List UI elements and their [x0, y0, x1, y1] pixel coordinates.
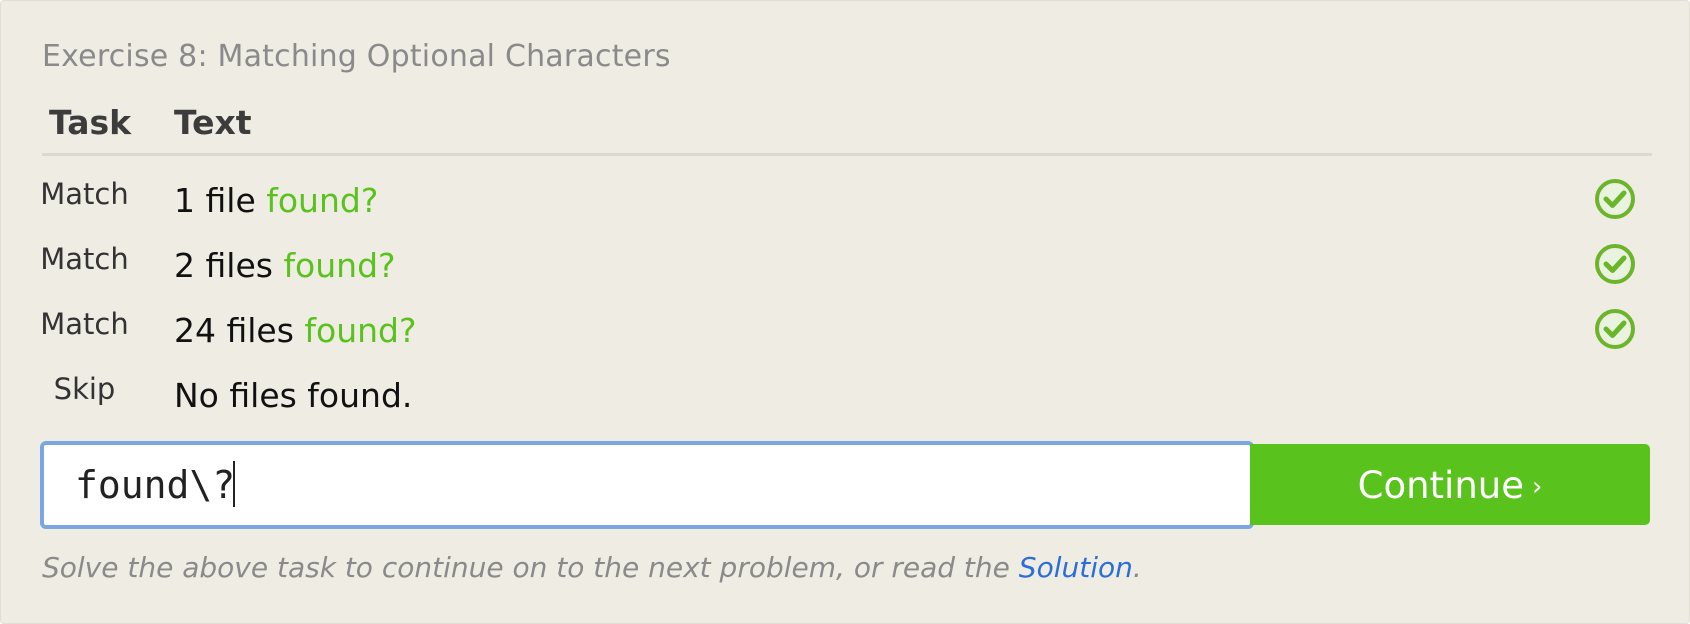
task-label: Match [40, 307, 129, 341]
text-plain: 2 files [174, 246, 284, 285]
text-match-highlight: found? [266, 181, 379, 220]
solution-link[interactable]: Solution [1019, 551, 1133, 584]
text-plain: 1 file [174, 181, 267, 220]
task-label: Match [40, 242, 129, 276]
regex-answer-input[interactable] [40, 441, 1254, 529]
task-row-4: Skip No files found. [1, 372, 1690, 432]
task-text: 1 file found? [174, 181, 378, 220]
continue-button[interactable]: Continue › [1250, 444, 1650, 525]
text-match-highlight: found? [283, 246, 396, 285]
hint-text: Solve the above task to continue on to t… [42, 551, 1142, 584]
header-divider [42, 153, 1652, 156]
task-label: Match [40, 177, 129, 211]
text-match-highlight: found? [304, 311, 417, 350]
text-plain: No files found. [174, 376, 413, 415]
column-header-task: Task [49, 103, 132, 142]
chevron-right-icon: › [1531, 472, 1543, 502]
task-label: Skip [53, 372, 116, 406]
exercise-title: Exercise 8: Matching Optional Characters [42, 39, 671, 74]
continue-label: Continue [1357, 464, 1524, 507]
check-circle-icon [1595, 309, 1635, 349]
check-circle-icon [1595, 179, 1635, 219]
hint-prefix: Solve the above task to continue on to t… [42, 551, 1019, 584]
task-row-3: Match 24 files found? [1, 307, 1690, 367]
column-header-text: Text [174, 103, 252, 142]
text-caret [233, 461, 235, 507]
task-row-1: Match 1 file found? [1, 177, 1690, 237]
task-text: No files found. [174, 376, 412, 415]
task-row-2: Match 2 files found? [1, 242, 1690, 302]
text-plain: 24 files [174, 311, 305, 350]
task-text: 24 files found? [174, 311, 417, 350]
exercise-panel: Exercise 8: Matching Optional Characters… [0, 0, 1690, 624]
task-text: 2 files found? [174, 246, 396, 285]
check-circle-icon [1595, 244, 1635, 284]
hint-suffix: . [1132, 551, 1142, 584]
